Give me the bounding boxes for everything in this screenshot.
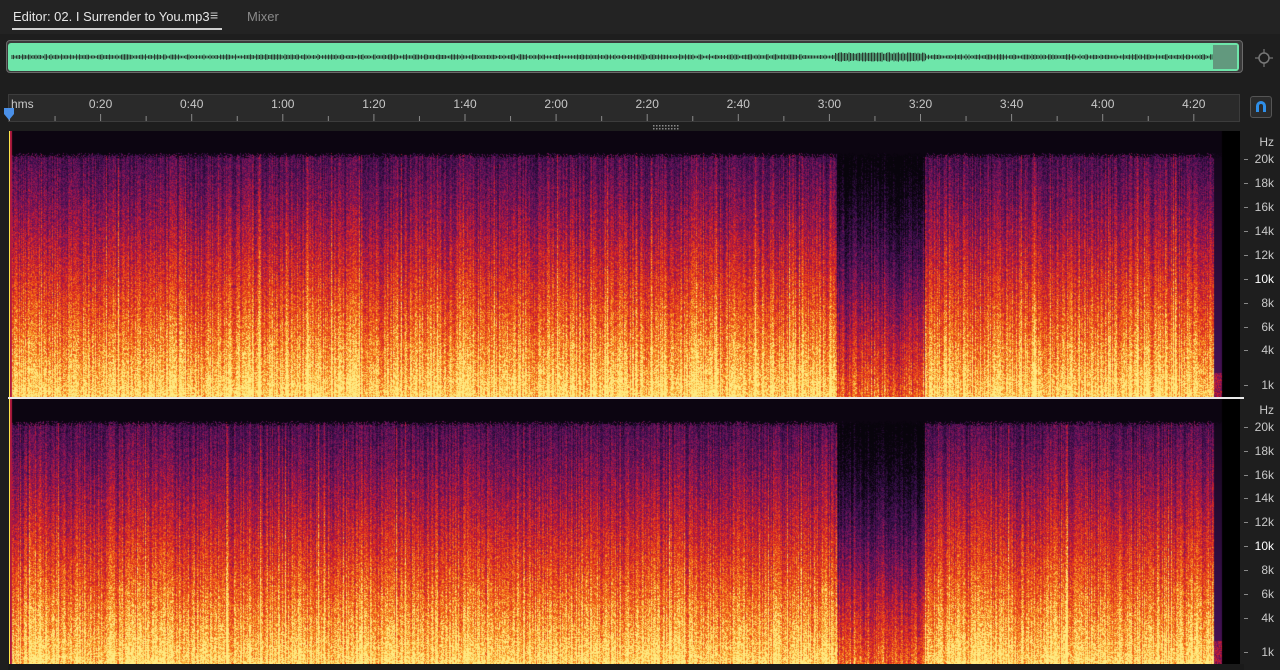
zoom-magnifier-icon[interactable]: [1254, 48, 1274, 68]
frequency-tick: [1244, 182, 1248, 184]
hamburger-menu-icon[interactable]: ≡: [210, 7, 218, 23]
timeline-label: 2:20: [635, 97, 659, 111]
frequency-label: 12k: [1254, 247, 1274, 262]
frequency-tick: [1244, 426, 1248, 428]
frequency-tick: [1244, 350, 1248, 352]
frequency-label: 20k: [1254, 419, 1274, 434]
timeline-label: 4:20: [1182, 97, 1206, 111]
snap-button[interactable]: [1250, 96, 1272, 118]
frequency-tick: [1244, 593, 1248, 595]
frequency-tick: [1244, 498, 1248, 500]
active-tab-indicator: [12, 28, 222, 30]
timeline-label: 1:00: [271, 97, 295, 111]
frequency-tick: [1244, 522, 1248, 524]
timeline-label: 2:00: [544, 97, 568, 111]
frequency-label: 18k: [1254, 443, 1274, 458]
frequency-label: 14k: [1254, 491, 1274, 506]
timeline-label: 0:20: [88, 97, 113, 111]
frequency-tick: [1244, 326, 1248, 328]
timeline-label: 2:40: [726, 97, 750, 111]
frequency-tick: [1244, 546, 1248, 548]
frequency-label: 6k: [1261, 319, 1274, 334]
overview-waveform[interactable]: [8, 43, 1239, 71]
timeline-label: 1:40: [453, 97, 477, 111]
spectrogram-channel-left[interactable]: [10, 131, 1240, 397]
timeline-label: 1:20: [362, 97, 386, 111]
timeline-label: 3:40: [999, 97, 1024, 111]
frequency-unit-label: Hz: [1259, 402, 1274, 417]
frequency-label: 16k: [1254, 467, 1274, 482]
timeline-label: 4:00: [1091, 97, 1115, 111]
frequency-tick: [1244, 652, 1248, 654]
frequency-label: 20k: [1254, 151, 1274, 166]
timeline-label: 3:20: [908, 97, 933, 111]
frequency-label: 4k: [1261, 610, 1274, 625]
frequency-tick: [1244, 474, 1248, 476]
frequency-tick: [1244, 254, 1248, 256]
frequency-tick: [1244, 569, 1248, 571]
track-bottom-edge: [8, 664, 1244, 670]
frequency-tick: [1244, 206, 1248, 208]
snap-magnet-icon: [1256, 101, 1266, 112]
frequency-label: 12k: [1254, 515, 1274, 530]
frequency-tick: [1244, 158, 1248, 160]
timeline-label: 3:00: [817, 97, 842, 111]
editor-tab-bar: Editor: 02. I Surrender to You.mp3 ≡ Mix…: [0, 0, 1280, 34]
playhead-line: [9, 131, 10, 397]
frequency-label: 10k: [1254, 539, 1274, 554]
frequency-label: 1k: [1261, 378, 1274, 393]
frequency-tick: [1244, 302, 1248, 304]
timeline-label: 0:40: [180, 97, 204, 111]
frequency-axis-right: Hz 20k 18k 16k 14k 12k 10k 8k 6k 4k 1k: [1244, 399, 1280, 664]
frequency-label: 8k: [1261, 562, 1274, 577]
frequency-label: 14k: [1254, 223, 1274, 238]
channel-split-handle[interactable]: [652, 124, 680, 130]
tab-editor[interactable]: Editor: 02. I Surrender to You.mp3: [13, 9, 210, 24]
frequency-tick: [1244, 385, 1248, 387]
frequency-tick: [1244, 617, 1248, 619]
frequency-label: 1k: [1261, 645, 1274, 660]
frequency-label: 6k: [1261, 586, 1274, 601]
frequency-tick: [1244, 450, 1248, 452]
playhead-line: [9, 399, 10, 664]
spectrogram-canvas: [10, 399, 1240, 664]
frequency-tick: [1244, 230, 1248, 232]
frequency-label: 4k: [1261, 343, 1274, 358]
frequency-label: 8k: [1261, 295, 1274, 310]
frequency-tick: [1244, 278, 1248, 280]
frequency-label: 18k: [1254, 175, 1274, 190]
spectrogram-channel-right[interactable]: [10, 399, 1240, 664]
frequency-axis-left: Hz 20k 18k 16k 14k 12k 10k 8k 6k 4k 1k: [1244, 131, 1280, 397]
frequency-label: 16k: [1254, 199, 1274, 214]
spectrogram-canvas: [10, 131, 1240, 397]
frequency-unit-label: Hz: [1259, 134, 1274, 149]
tab-mixer[interactable]: Mixer: [247, 9, 279, 24]
timeline-labels: hms 0:20 0:40 1:00 1:20 1:40 2:00 2:20 2:40 3:00…: [8, 94, 1240, 122]
playhead-marker-icon[interactable]: [3, 108, 15, 120]
frequency-label: 10k: [1254, 271, 1274, 286]
